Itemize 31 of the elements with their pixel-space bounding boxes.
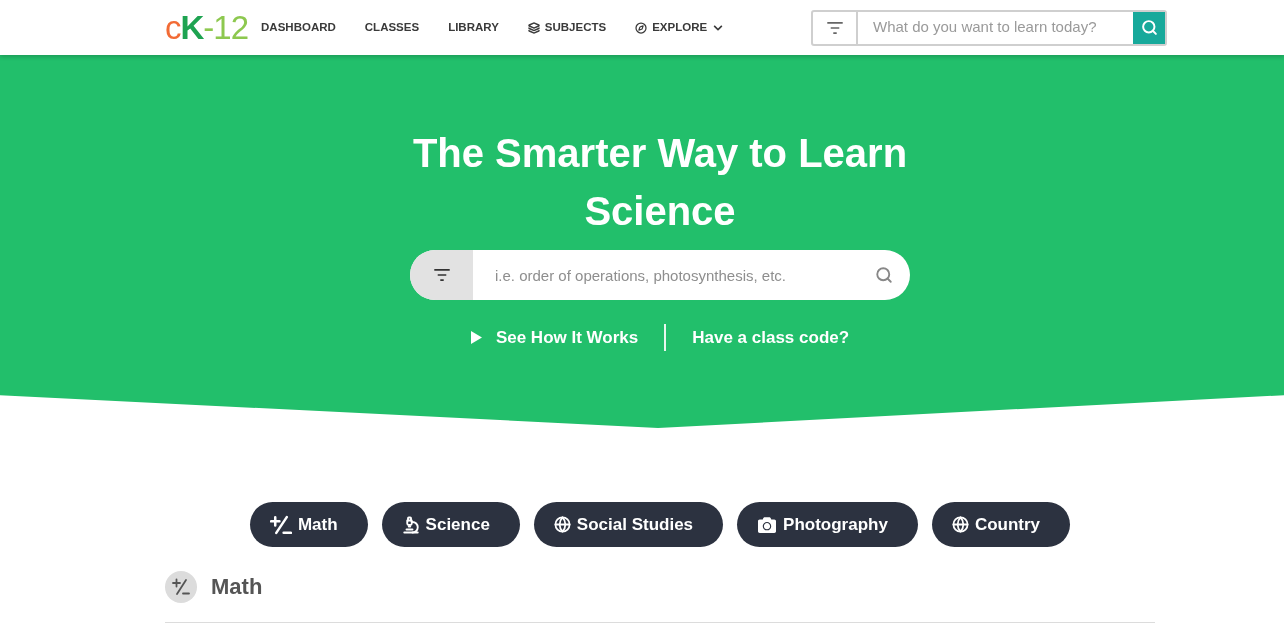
search-icon: [1140, 19, 1158, 36]
nav-link[interactable]: CLASSES: [364, 18, 420, 37]
subject-button[interactable]: Math: [249, 502, 368, 547]
section-title: Math: [211, 573, 263, 601]
globe-icon: [553, 516, 571, 533]
camera-icon: [757, 515, 778, 534]
hero-title: The Smarter Way to Learn Science: [411, 130, 909, 235]
subject-button[interactable]: Photography: [737, 502, 918, 547]
filter-icon: [826, 21, 843, 34]
search-button[interactable]: [875, 266, 893, 284]
microscope-icon: [401, 514, 420, 535]
nav-link[interactable]: EXPLORE: [635, 18, 724, 37]
plus-minus-icon: [165, 570, 197, 603]
plus-minus-icon: [269, 514, 292, 535]
play-icon: [470, 331, 482, 344]
hero-search-bar[interactable]: i.e. order of operations, photosynthesis, etc.: [410, 250, 910, 300]
compass-icon: [635, 21, 648, 34]
filter-icon: [433, 269, 450, 281]
search-bar[interactable]: What do you want to learn today?: [811, 9, 1167, 46]
search-icon: [875, 266, 893, 284]
subject-button[interactable]: Science: [381, 502, 520, 547]
nav-link[interactable]: LIBRARY: [448, 18, 499, 37]
subject-button[interactable]: Country: [931, 502, 1071, 547]
filter-button[interactable]: [410, 250, 473, 300]
subject-button[interactable]: Social Studies: [533, 502, 724, 547]
chevron-down-icon: [713, 22, 724, 33]
search-button[interactable]: [1133, 11, 1165, 44]
nav-link[interactable]: SUBJECTS: [527, 18, 607, 37]
globe-icon: [951, 516, 969, 533]
layers-icon: [527, 21, 540, 34]
nav-link[interactable]: DASHBOARD: [261, 18, 336, 37]
